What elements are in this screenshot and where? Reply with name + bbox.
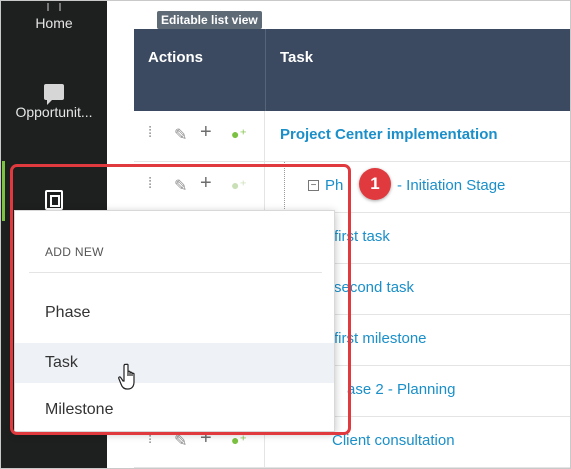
row-actions: ⁞ ✎ + ●⁺ [134,111,265,161]
highlight-box [10,164,351,435]
header-divider [265,29,266,111]
table-row: ⁞ ✎ + ●⁺ Project Center implementation [134,111,570,162]
step-badge: 1 [359,168,391,200]
drag-handle-icon[interactable]: ⁞ [148,124,152,141]
nav-home-label: Home [35,15,73,31]
home-icon [47,3,61,11]
chat-icon [44,84,64,105]
header-task[interactable]: Task [280,49,313,66]
task-link[interactable]: ase 2 - Planning [347,381,455,398]
table-header: Actions Task [134,29,570,111]
task-link-suffix[interactable]: - Initiation Stage [397,177,505,194]
task-link[interactable]: Project Center implementation [280,126,498,143]
task-link[interactable]: Client consultation [332,432,455,449]
nav-opportunities-label: Opportunit... [15,104,93,120]
header-actions: Actions [148,49,204,66]
nav-item-home[interactable]: Home [1,3,107,31]
assign-user-icon[interactable]: ●⁺ [231,126,247,143]
editable-list-tooltip: Editable list view [157,11,262,29]
add-icon[interactable]: + [200,121,212,144]
nav-item-opportunities[interactable]: Opportunit... [1,84,107,120]
edit-icon[interactable]: ✎ [174,125,187,145]
